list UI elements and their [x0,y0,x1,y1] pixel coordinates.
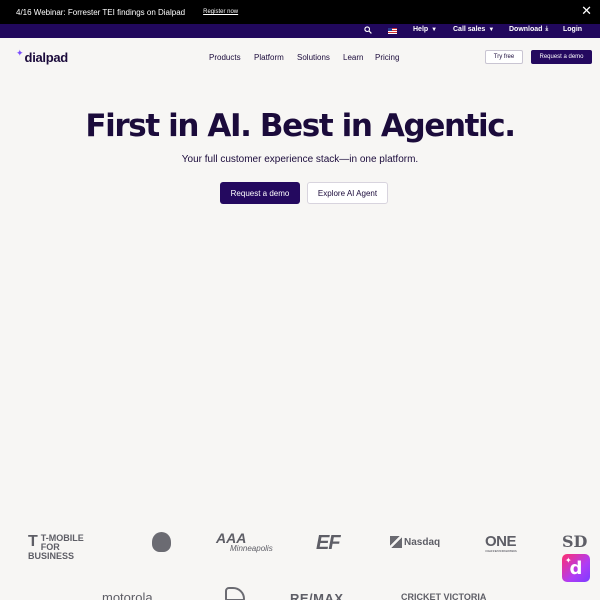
download-link[interactable]: Download ⤓ [509,26,548,33]
request-demo-button[interactable]: Request a demo [220,182,300,204]
help-label: Help [413,26,429,33]
announcement-message: 4/16 Webinar: Forrester TEI findings on … [16,7,186,17]
hero-subtitle: Your full customer experience stack—in o… [181,154,419,165]
close-icon[interactable]: ✕ [581,4,592,18]
tmobile-logo: T T-MOBILE FOR BUSINESS [28,534,96,561]
nasdaq-text: Nasdaq [404,536,441,548]
download-label: Download [509,26,543,33]
sparkle-icon: ✦ [565,556,572,565]
nav-item-learn[interactable]: Learn [343,53,363,62]
sparkle-icon: ✦ [16,48,24,58]
padres-logo: SD [562,532,588,551]
panthers-logo-icon [152,532,171,552]
nav-item-pricing[interactable]: Pricing [375,53,399,62]
aaa-subtext: Minneapolis [230,544,273,553]
help-menu[interactable]: Help ▼ [413,26,437,33]
login-link[interactable]: Login [563,26,582,33]
download-icon: ⤓ [545,26,549,32]
nasdaq-logo: Nasdaq [390,536,440,548]
request-demo-nav-button[interactable]: Request a demo [531,50,592,64]
nasdaq-mark-icon [390,536,402,548]
hero-title: First in AI. Best in Agentic. [85,108,516,144]
search-icon[interactable] [364,26,372,34]
call-sales-menu[interactable]: Call sales ▼ [453,26,494,33]
brand-wordmark: dialpad [24,50,69,65]
chevron-down-icon: ▼ [488,26,495,33]
explore-ai-agent-button[interactable]: Explore AI Agent [307,182,388,204]
nav-item-platform[interactable]: Platform [254,53,284,62]
register-now-link[interactable]: Register now [203,9,238,15]
remax-logo: RE/MAX [290,591,344,600]
cricket-victoria-logo: CRICKET VICTORIA [401,592,487,600]
call-sales-label: Call sales [453,26,486,33]
tmobile-line2: FOR BUSINESS [28,542,75,561]
ef-logo: EF [316,532,341,554]
tmobile-line1: T-MOBILE [40,533,84,543]
try-free-button[interactable]: Try free [485,50,523,64]
nav-item-products[interactable]: Products [209,53,241,62]
aaa-minneapolis-logo: AAA Minneapolis [216,530,273,553]
wing-logo-icon [225,587,245,600]
tmobile-t-icon: T [28,533,38,550]
language-flag-icon[interactable] [388,28,397,34]
utility-nav: Help ▼ Call sales ▼ Download ⤓ Login [0,24,600,38]
announcement-bar: 4/16 Webinar: Forrester TEI findings on … [0,0,600,24]
dialpad-logo[interactable]: ✦ dialpad [16,48,69,65]
chat-widget-button[interactable]: ✦ d [562,554,590,582]
motorola-logo: motorola [102,590,153,600]
one-subtext: OCEAN NETWORK EXPRESS [485,549,517,553]
one-logo: ONE OCEAN NETWORK EXPRESS [485,533,517,553]
one-text: ONE [485,533,517,550]
chevron-down-icon: ▼ [431,26,438,33]
main-nav: ✦ dialpad Products Platform Solutions Le… [0,38,600,78]
nav-item-solutions[interactable]: Solutions [297,53,330,62]
